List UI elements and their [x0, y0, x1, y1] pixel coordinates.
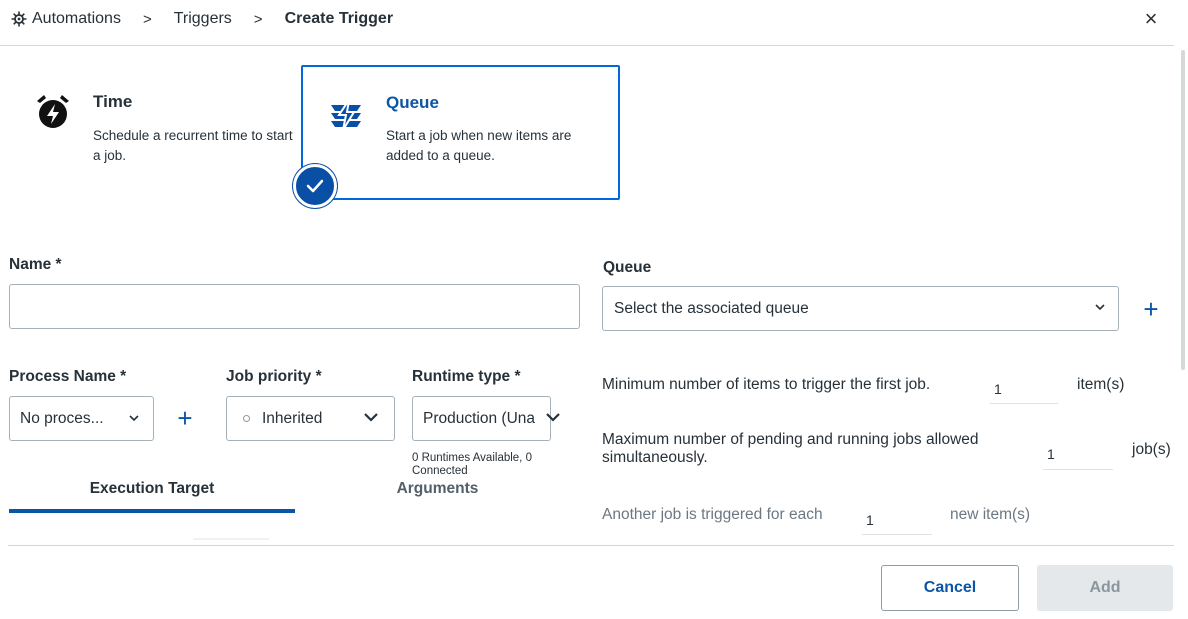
active-tab-indicator — [9, 509, 295, 513]
max-jobs-label: Maximum number of pending and running jo… — [602, 431, 979, 466]
time-card-title: Time — [93, 92, 133, 111]
max-jobs-input[interactable]: 1 — [1043, 441, 1113, 470]
runtime-type-select[interactable]: Production (Una — [412, 396, 551, 441]
job-priority-value: Inherited — [262, 409, 323, 427]
job-priority-label: Job priority * — [226, 368, 322, 385]
max-jobs-unit: job(s) — [1132, 441, 1171, 458]
priority-dot-icon — [243, 415, 250, 422]
chevron-down-icon — [1095, 304, 1105, 311]
another-job-input[interactable]: 1 — [862, 508, 932, 535]
runtime-type-value: Production (Una — [423, 409, 536, 427]
breadcrumb-triggers[interactable]: Triggers — [174, 10, 232, 28]
min-items-input[interactable]: 1 — [990, 376, 1058, 404]
add-queue-button[interactable]: + — [1138, 296, 1164, 322]
queue-select-value: Select the associated queue — [614, 299, 809, 317]
queue-card-title: Queue — [386, 93, 439, 112]
breadcrumb-separator: > — [142, 10, 152, 28]
another-job-label: Another job is triggered for each — [602, 506, 823, 523]
min-items-label: Minimum number of items to trigger the f… — [602, 376, 931, 393]
name-label: Name * — [9, 256, 62, 273]
name-input[interactable] — [9, 284, 580, 329]
alarm-clock-icon — [37, 95, 69, 128]
breadcrumb-separator: > — [253, 10, 263, 28]
selected-check-icon — [293, 164, 337, 208]
process-name-value: No proces... — [20, 409, 104, 427]
tab-arguments[interactable]: Arguments — [380, 480, 495, 502]
another-job-unit: new item(s) — [950, 506, 1031, 523]
chevron-down-icon — [129, 415, 139, 422]
chevron-down-icon — [546, 413, 560, 422]
automations-icon — [11, 11, 27, 27]
close-icon[interactable]: × — [1138, 6, 1164, 32]
trigger-type-queue-card[interactable]: Queue Start a job when new items are add… — [301, 65, 620, 200]
process-name-label: Process Name * — [9, 368, 127, 385]
breadcrumb: Automations > Triggers > Create Trigger — [10, 8, 393, 30]
queue-label: Queue — [603, 259, 652, 276]
breadcrumb-create-trigger: Create Trigger — [284, 10, 394, 27]
chevron-down-icon — [364, 413, 378, 422]
runtime-type-label: Runtime type * — [412, 368, 521, 385]
scrollbar[interactable] — [1181, 50, 1185, 370]
cancel-button[interactable]: Cancel — [881, 565, 1019, 611]
queue-card-description: Start a job when new items are added to … — [386, 128, 572, 163]
runtime-availability-note: 0 Runtimes Available, 0 Connected — [412, 452, 532, 477]
queue-select[interactable]: Select the associated queue — [602, 286, 1119, 331]
min-items-unit: item(s) — [1077, 376, 1125, 393]
add-process-button[interactable]: + — [172, 405, 198, 431]
queue-icon — [331, 99, 361, 131]
header-divider — [0, 45, 1174, 46]
add-button[interactable]: Add — [1037, 565, 1173, 611]
tab-content-divider — [193, 538, 269, 540]
trigger-type-time-card[interactable]: Time Schedule a recurrent time to start … — [22, 72, 293, 192]
time-card-description: Schedule a recurrent time to start a job… — [93, 128, 293, 163]
tab-execution-target[interactable]: Execution Target — [9, 480, 295, 502]
footer-divider — [8, 545, 1174, 546]
breadcrumb-automations[interactable]: Automations — [32, 10, 121, 28]
